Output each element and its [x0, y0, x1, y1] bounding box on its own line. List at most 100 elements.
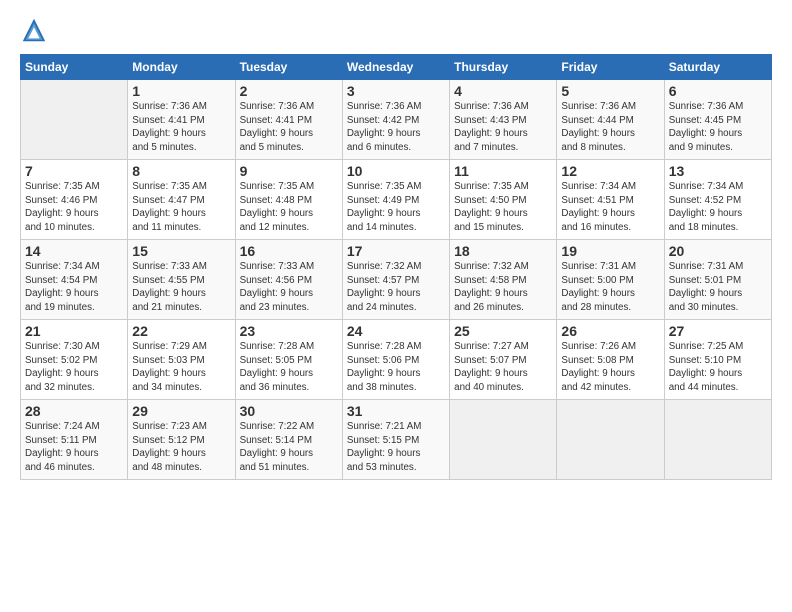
col-sunday: Sunday	[21, 55, 128, 80]
day-number: 10	[347, 163, 445, 179]
page: Sunday Monday Tuesday Wednesday Thursday…	[0, 0, 792, 490]
day-info: Sunrise: 7:23 AM Sunset: 5:12 PM Dayligh…	[132, 420, 230, 475]
day-info: Sunrise: 7:36 AM Sunset: 4:42 PM Dayligh…	[347, 100, 445, 155]
col-friday: Friday	[557, 55, 664, 80]
day-cell: 26Sunrise: 7:26 AM Sunset: 5:08 PM Dayli…	[557, 320, 664, 400]
day-info: Sunrise: 7:36 AM Sunset: 4:41 PM Dayligh…	[132, 100, 230, 155]
day-number: 15	[132, 243, 230, 259]
day-number: 20	[669, 243, 767, 259]
day-info: Sunrise: 7:29 AM Sunset: 5:03 PM Dayligh…	[132, 340, 230, 395]
day-number: 12	[561, 163, 659, 179]
day-number: 8	[132, 163, 230, 179]
header	[20, 16, 772, 44]
day-cell	[21, 80, 128, 160]
day-info: Sunrise: 7:36 AM Sunset: 4:45 PM Dayligh…	[669, 100, 767, 155]
day-info: Sunrise: 7:36 AM Sunset: 4:41 PM Dayligh…	[240, 100, 338, 155]
day-cell: 19Sunrise: 7:31 AM Sunset: 5:00 PM Dayli…	[557, 240, 664, 320]
day-number: 13	[669, 163, 767, 179]
day-number: 25	[454, 323, 552, 339]
logo-icon	[20, 16, 48, 44]
day-cell: 27Sunrise: 7:25 AM Sunset: 5:10 PM Dayli…	[664, 320, 771, 400]
day-number: 24	[347, 323, 445, 339]
week-row-4: 21Sunrise: 7:30 AM Sunset: 5:02 PM Dayli…	[21, 320, 772, 400]
day-info: Sunrise: 7:24 AM Sunset: 5:11 PM Dayligh…	[25, 420, 123, 475]
day-cell: 12Sunrise: 7:34 AM Sunset: 4:51 PM Dayli…	[557, 160, 664, 240]
day-cell: 4Sunrise: 7:36 AM Sunset: 4:43 PM Daylig…	[450, 80, 557, 160]
day-cell: 17Sunrise: 7:32 AM Sunset: 4:57 PM Dayli…	[342, 240, 449, 320]
day-info: Sunrise: 7:35 AM Sunset: 4:50 PM Dayligh…	[454, 180, 552, 235]
day-cell: 9Sunrise: 7:35 AM Sunset: 4:48 PM Daylig…	[235, 160, 342, 240]
day-info: Sunrise: 7:33 AM Sunset: 4:56 PM Dayligh…	[240, 260, 338, 315]
day-cell: 21Sunrise: 7:30 AM Sunset: 5:02 PM Dayli…	[21, 320, 128, 400]
day-number: 3	[347, 83, 445, 99]
header-row: Sunday Monday Tuesday Wednesday Thursday…	[21, 55, 772, 80]
day-number: 29	[132, 403, 230, 419]
day-cell: 22Sunrise: 7:29 AM Sunset: 5:03 PM Dayli…	[128, 320, 235, 400]
day-cell: 10Sunrise: 7:35 AM Sunset: 4:49 PM Dayli…	[342, 160, 449, 240]
day-info: Sunrise: 7:32 AM Sunset: 4:58 PM Dayligh…	[454, 260, 552, 315]
day-number: 21	[25, 323, 123, 339]
day-cell	[450, 400, 557, 480]
day-number: 11	[454, 163, 552, 179]
col-wednesday: Wednesday	[342, 55, 449, 80]
day-cell	[664, 400, 771, 480]
day-number: 5	[561, 83, 659, 99]
day-cell: 11Sunrise: 7:35 AM Sunset: 4:50 PM Dayli…	[450, 160, 557, 240]
day-cell: 1Sunrise: 7:36 AM Sunset: 4:41 PM Daylig…	[128, 80, 235, 160]
day-number: 18	[454, 243, 552, 259]
day-info: Sunrise: 7:34 AM Sunset: 4:51 PM Dayligh…	[561, 180, 659, 235]
day-number: 2	[240, 83, 338, 99]
day-info: Sunrise: 7:35 AM Sunset: 4:49 PM Dayligh…	[347, 180, 445, 235]
week-row-5: 28Sunrise: 7:24 AM Sunset: 5:11 PM Dayli…	[21, 400, 772, 480]
week-row-2: 7Sunrise: 7:35 AM Sunset: 4:46 PM Daylig…	[21, 160, 772, 240]
day-info: Sunrise: 7:32 AM Sunset: 4:57 PM Dayligh…	[347, 260, 445, 315]
day-info: Sunrise: 7:35 AM Sunset: 4:48 PM Dayligh…	[240, 180, 338, 235]
day-info: Sunrise: 7:26 AM Sunset: 5:08 PM Dayligh…	[561, 340, 659, 395]
day-info: Sunrise: 7:30 AM Sunset: 5:02 PM Dayligh…	[25, 340, 123, 395]
day-number: 1	[132, 83, 230, 99]
day-cell: 13Sunrise: 7:34 AM Sunset: 4:52 PM Dayli…	[664, 160, 771, 240]
day-cell: 15Sunrise: 7:33 AM Sunset: 4:55 PM Dayli…	[128, 240, 235, 320]
day-number: 17	[347, 243, 445, 259]
day-number: 9	[240, 163, 338, 179]
day-number: 19	[561, 243, 659, 259]
col-saturday: Saturday	[664, 55, 771, 80]
day-info: Sunrise: 7:28 AM Sunset: 5:06 PM Dayligh…	[347, 340, 445, 395]
day-info: Sunrise: 7:21 AM Sunset: 5:15 PM Dayligh…	[347, 420, 445, 475]
day-info: Sunrise: 7:22 AM Sunset: 5:14 PM Dayligh…	[240, 420, 338, 475]
calendar-table: Sunday Monday Tuesday Wednesday Thursday…	[20, 54, 772, 480]
day-number: 26	[561, 323, 659, 339]
day-cell: 5Sunrise: 7:36 AM Sunset: 4:44 PM Daylig…	[557, 80, 664, 160]
day-info: Sunrise: 7:36 AM Sunset: 4:44 PM Dayligh…	[561, 100, 659, 155]
day-info: Sunrise: 7:34 AM Sunset: 4:54 PM Dayligh…	[25, 260, 123, 315]
week-row-3: 14Sunrise: 7:34 AM Sunset: 4:54 PM Dayli…	[21, 240, 772, 320]
col-monday: Monday	[128, 55, 235, 80]
day-info: Sunrise: 7:31 AM Sunset: 5:01 PM Dayligh…	[669, 260, 767, 315]
day-number: 14	[25, 243, 123, 259]
day-number: 7	[25, 163, 123, 179]
day-info: Sunrise: 7:35 AM Sunset: 4:47 PM Dayligh…	[132, 180, 230, 235]
day-cell: 14Sunrise: 7:34 AM Sunset: 4:54 PM Dayli…	[21, 240, 128, 320]
day-cell: 16Sunrise: 7:33 AM Sunset: 4:56 PM Dayli…	[235, 240, 342, 320]
day-info: Sunrise: 7:27 AM Sunset: 5:07 PM Dayligh…	[454, 340, 552, 395]
logo	[20, 16, 52, 44]
week-row-1: 1Sunrise: 7:36 AM Sunset: 4:41 PM Daylig…	[21, 80, 772, 160]
day-cell: 7Sunrise: 7:35 AM Sunset: 4:46 PM Daylig…	[21, 160, 128, 240]
day-cell: 31Sunrise: 7:21 AM Sunset: 5:15 PM Dayli…	[342, 400, 449, 480]
day-cell: 18Sunrise: 7:32 AM Sunset: 4:58 PM Dayli…	[450, 240, 557, 320]
day-number: 6	[669, 83, 767, 99]
day-cell: 2Sunrise: 7:36 AM Sunset: 4:41 PM Daylig…	[235, 80, 342, 160]
col-thursday: Thursday	[450, 55, 557, 80]
day-number: 28	[25, 403, 123, 419]
day-cell: 6Sunrise: 7:36 AM Sunset: 4:45 PM Daylig…	[664, 80, 771, 160]
day-info: Sunrise: 7:35 AM Sunset: 4:46 PM Dayligh…	[25, 180, 123, 235]
day-cell: 8Sunrise: 7:35 AM Sunset: 4:47 PM Daylig…	[128, 160, 235, 240]
day-cell: 25Sunrise: 7:27 AM Sunset: 5:07 PM Dayli…	[450, 320, 557, 400]
day-info: Sunrise: 7:28 AM Sunset: 5:05 PM Dayligh…	[240, 340, 338, 395]
day-cell: 23Sunrise: 7:28 AM Sunset: 5:05 PM Dayli…	[235, 320, 342, 400]
day-number: 16	[240, 243, 338, 259]
col-tuesday: Tuesday	[235, 55, 342, 80]
day-cell: 3Sunrise: 7:36 AM Sunset: 4:42 PM Daylig…	[342, 80, 449, 160]
day-number: 31	[347, 403, 445, 419]
day-info: Sunrise: 7:31 AM Sunset: 5:00 PM Dayligh…	[561, 260, 659, 315]
